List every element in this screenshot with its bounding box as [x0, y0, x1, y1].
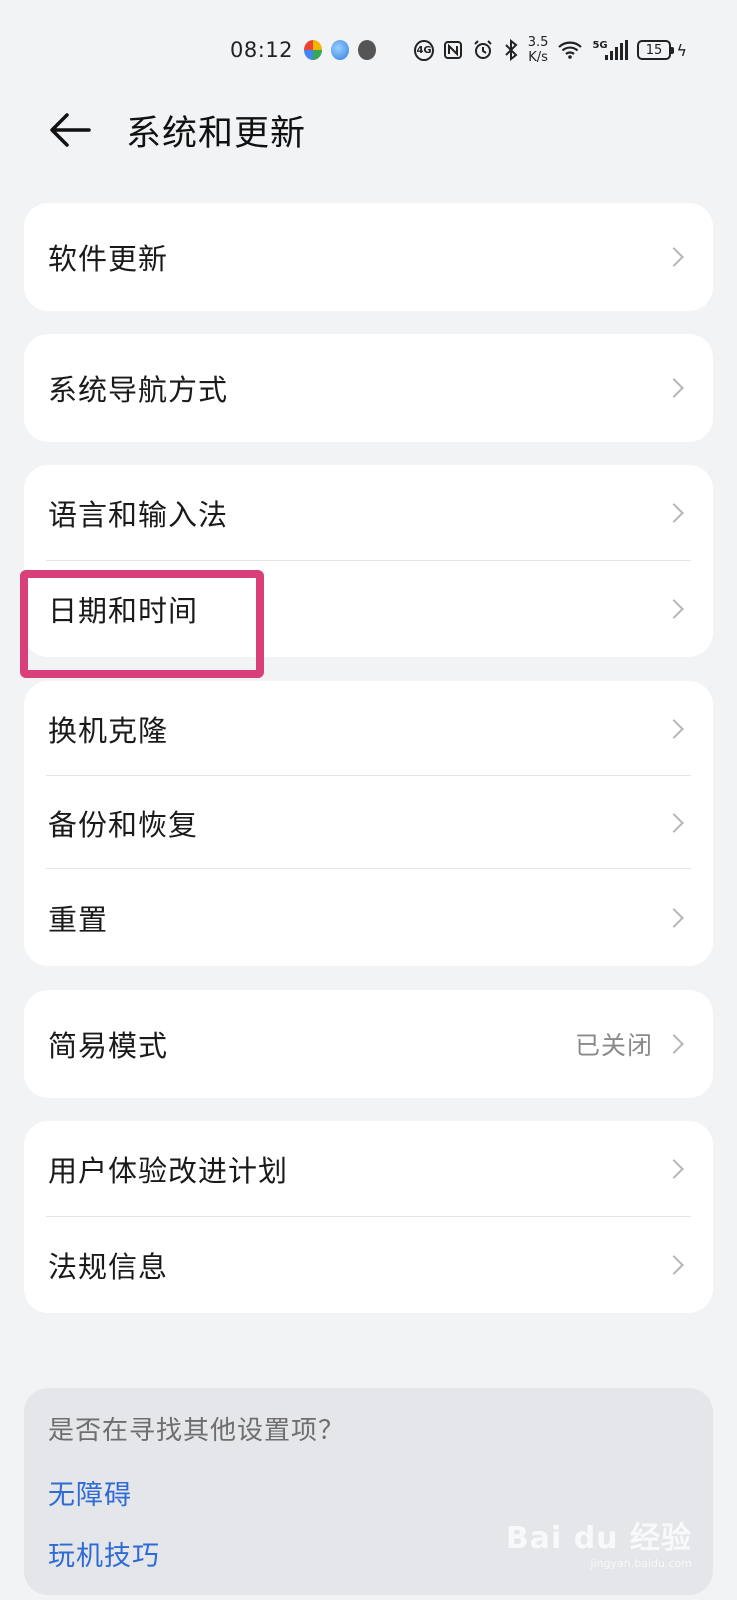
settings-item-label: 系统导航方式	[48, 373, 229, 407]
chevron-right-icon	[664, 812, 684, 833]
settings-item-regulatory-info[interactable]: 法规信息	[24, 1217, 713, 1313]
settings-item-phone-clone[interactable]: 换机克隆	[24, 681, 713, 776]
charging-icon: ϟ	[676, 40, 687, 60]
chevron-right-icon	[664, 247, 684, 267]
settings-group-legal: 用户体验改进计划 法规信息	[24, 1121, 713, 1313]
watermark-sub: jingyan.baidu.com	[590, 1557, 692, 1570]
settings-page: 08:12 4G 3.5 K/s 5G 15 ϟ 系统和更新 软件更新 系统导航…	[0, 0, 737, 1600]
settings-group-simple-mode: 简易模式 已关闭	[24, 990, 713, 1098]
settings-item-label: 法规信息	[48, 1250, 169, 1284]
settings-item-reset[interactable]: 重置	[24, 869, 713, 966]
battery-level: 15	[645, 42, 663, 58]
settings-item-value: 已关闭	[574, 1031, 653, 1060]
cellular-signal-icon: 5G	[592, 40, 628, 60]
suggestion-question: 是否在寻找其他设置项？	[48, 1416, 346, 1446]
wifi-icon	[557, 40, 583, 60]
chevron-right-icon	[664, 1255, 684, 1275]
settings-item-label: 备份和恢复	[48, 807, 199, 842]
settings-item-label: 语言和输入法	[48, 498, 229, 532]
settings-item-language-input[interactable]: 语言和输入法	[24, 465, 713, 561]
volte-icon: 4G	[414, 39, 434, 61]
chevron-right-icon	[664, 1159, 684, 1179]
nfc-icon	[443, 40, 463, 60]
settings-item-backup-restore[interactable]: 备份和恢复	[24, 776, 713, 869]
back-arrow-icon[interactable]	[45, 107, 95, 153]
voice-notification-icon	[358, 40, 377, 60]
settings-item-system-navigation[interactable]: 系统导航方式	[24, 334, 713, 442]
app-notification-icon	[304, 40, 323, 60]
settings-group-backup: 换机克隆 备份和恢复 重置	[24, 681, 713, 966]
settings-item-user-experience[interactable]: 用户体验改进计划	[24, 1121, 713, 1217]
settings-item-label: 换机克隆	[48, 713, 169, 748]
header: 系统和更新	[0, 95, 737, 165]
alarm-icon	[472, 39, 494, 61]
watermark: Bai du 经验 jingyan.baidu.com	[506, 1513, 692, 1570]
settings-item-date-time[interactable]: 日期和时间	[24, 561, 713, 657]
status-time: 08:12	[230, 38, 294, 62]
settings-group-language-time: 语言和输入法 日期和时间	[24, 465, 713, 657]
suggestion-link-accessibility[interactable]: 无障碍	[48, 1473, 689, 1512]
page-title: 系统和更新	[126, 114, 307, 154]
chevron-right-icon	[664, 503, 684, 523]
settings-item-label: 日期和时间	[48, 594, 199, 628]
network-speed-unit: K/s	[528, 50, 548, 65]
chevron-right-icon	[664, 718, 684, 739]
watermark-text: Bai du 经验	[505, 1521, 692, 1556]
network-speed-value: 3.5	[527, 35, 549, 50]
chevron-right-icon	[664, 1034, 684, 1054]
settings-group-software-update: 软件更新	[24, 203, 713, 311]
settings-item-label: 简易模式	[48, 1029, 169, 1063]
bluetooth-icon	[503, 39, 519, 61]
settings-item-label: 软件更新	[48, 242, 169, 276]
browser-notification-icon	[331, 40, 350, 60]
settings-item-simple-mode[interactable]: 简易模式 已关闭	[24, 990, 713, 1098]
settings-group-navigation: 系统导航方式	[24, 334, 713, 442]
status-bar: 08:12 4G 3.5 K/s 5G 15 ϟ	[230, 30, 687, 70]
settings-item-label: 用户体验改进计划	[48, 1154, 289, 1188]
chevron-right-icon	[664, 378, 684, 398]
network-type: 5G	[592, 40, 608, 51]
network-speed: 3.5 K/s	[528, 35, 549, 65]
settings-item-label: 重置	[48, 902, 109, 937]
settings-item-software-update[interactable]: 软件更新	[24, 203, 713, 311]
chevron-right-icon	[664, 599, 684, 619]
battery-icon: 15	[636, 40, 675, 60]
chevron-right-icon	[664, 907, 684, 928]
